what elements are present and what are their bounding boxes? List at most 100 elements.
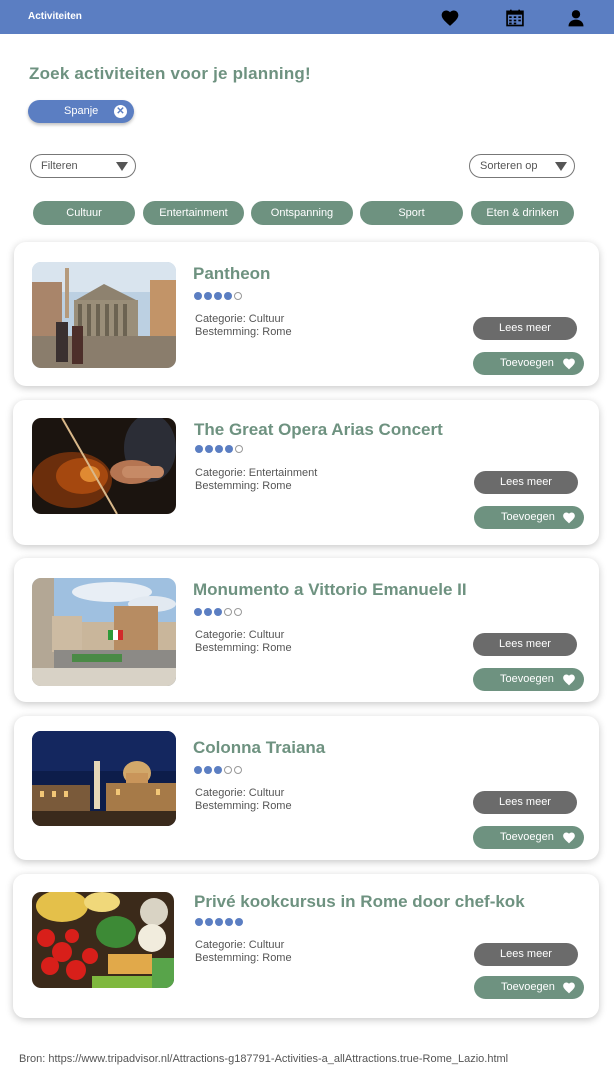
add-button[interactable]: Toevoegen	[474, 506, 584, 529]
activity-title[interactable]: The Great Opera Arias Concert	[194, 420, 443, 440]
heart-icon	[563, 358, 575, 370]
activity-category: Categorie: Entertainment	[195, 467, 318, 479]
rating-dots	[194, 608, 254, 618]
top-bar: Activiteiten	[0, 0, 614, 34]
activity-meta: Categorie: Cultuur Bestemming: Rome	[195, 787, 292, 813]
rating-dot-empty	[234, 608, 242, 616]
read-more-button[interactable]: Lees meer	[474, 943, 578, 966]
vegetables-photo	[32, 892, 174, 988]
category-sport[interactable]: Sport	[360, 201, 463, 225]
activity-card: Colonna Traiana Categorie: Cultuur Beste…	[14, 716, 599, 860]
rating-dots	[194, 292, 254, 302]
monument-photo	[32, 578, 176, 686]
add-button-label: Toevoegen	[501, 981, 555, 993]
activity-meta: Categorie: Entertainment Bestemming: Rom…	[195, 467, 317, 493]
close-circle-icon[interactable]: ✕	[114, 105, 127, 118]
heart-icon	[563, 832, 575, 844]
heart-icon[interactable]	[440, 8, 460, 28]
filter-dropdown[interactable]: Filteren	[30, 154, 136, 178]
rating-dot	[224, 292, 232, 300]
category-cultuur[interactable]: Cultuur	[33, 201, 135, 225]
rating-dot	[205, 445, 213, 453]
rating-dot	[195, 445, 203, 453]
rating-dot-empty	[235, 445, 243, 453]
heart-icon	[563, 982, 575, 994]
add-button[interactable]: Toevoegen	[473, 668, 584, 691]
heart-icon	[563, 512, 575, 524]
filter-chip-spanje[interactable]: Spanje ✕	[28, 100, 134, 123]
rating-dot	[195, 918, 203, 926]
app-title: Activiteiten	[28, 11, 82, 22]
rating-dot	[215, 445, 223, 453]
rating-dot	[225, 918, 233, 926]
column-night-photo	[32, 731, 176, 826]
activity-card: Privé kookcursus in Rome door chef-kok C…	[13, 874, 599, 1018]
add-button-label: Toevoegen	[501, 511, 555, 523]
add-button-label: Toevoegen	[500, 831, 554, 843]
category-entertainment[interactable]: Entertainment	[143, 201, 244, 225]
sort-dropdown[interactable]: Sorteren op	[469, 154, 575, 178]
user-icon[interactable]	[566, 8, 586, 28]
activity-title[interactable]: Privé kookcursus in Rome door chef-kok	[194, 892, 525, 912]
triangle-down-icon	[555, 162, 567, 171]
rating-dot	[194, 608, 202, 616]
rating-dot-empty	[224, 608, 232, 616]
category-eten-drinken[interactable]: Eten & drinken	[471, 201, 574, 225]
activity-card: Monumento a Vittorio Emanuele II Categor…	[14, 558, 599, 702]
add-button[interactable]: Toevoegen	[474, 976, 584, 999]
read-more-button[interactable]: Lees meer	[474, 471, 578, 494]
add-button-label: Toevoegen	[500, 673, 554, 685]
activity-meta: Categorie: Cultuur Bestemming: Rome	[195, 313, 292, 339]
rating-dots	[195, 918, 255, 928]
read-more-button[interactable]: Lees meer	[473, 317, 577, 340]
rating-dot	[204, 292, 212, 300]
rating-dot	[215, 918, 223, 926]
rating-dot-empty	[224, 766, 232, 774]
rating-dot	[205, 918, 213, 926]
source-note: Bron: https://www.tripadvisor.nl/Attract…	[19, 1053, 509, 1065]
activity-meta: Categorie: Cultuur Bestemming: Rome	[195, 629, 292, 655]
add-button-label: Toevoegen	[500, 357, 554, 369]
add-button[interactable]: Toevoegen	[473, 826, 584, 849]
activity-destination: Bestemming: Rome	[195, 800, 292, 812]
activity-destination: Bestemming: Rome	[195, 326, 292, 338]
rating-dot-empty	[234, 766, 242, 774]
activity-destination: Bestemming: Rome	[195, 480, 292, 492]
violin-photo	[32, 418, 176, 514]
calendar-icon[interactable]	[505, 8, 525, 28]
sort-dropdown-label: Sorteren op	[480, 160, 538, 172]
heart-icon	[563, 674, 575, 686]
rating-dot	[214, 292, 222, 300]
add-button[interactable]: Toevoegen	[473, 352, 584, 375]
rating-dot	[235, 918, 243, 926]
activity-destination: Bestemming: Rome	[195, 642, 292, 654]
rating-dots	[194, 766, 254, 776]
category-ontspanning[interactable]: Ontspanning	[251, 201, 353, 225]
activity-destination: Bestemming: Rome	[195, 952, 292, 964]
activity-meta: Categorie: Cultuur Bestemming: Rome	[195, 939, 292, 965]
rating-dot-empty	[234, 292, 242, 300]
rating-dot	[214, 608, 222, 616]
activity-title[interactable]: Colonna Traiana	[193, 738, 325, 758]
activity-title[interactable]: Monumento a Vittorio Emanuele II	[193, 580, 467, 600]
activity-category: Categorie: Cultuur	[195, 313, 285, 325]
activity-card: The Great Opera Arias Concert Categorie:…	[13, 400, 599, 545]
activity-category: Categorie: Cultuur	[195, 787, 285, 799]
activity-title[interactable]: Pantheon	[193, 264, 270, 284]
rating-dot	[225, 445, 233, 453]
activity-category: Categorie: Cultuur	[195, 629, 285, 641]
rating-dot	[194, 292, 202, 300]
read-more-button[interactable]: Lees meer	[473, 791, 577, 814]
rating-dot	[204, 766, 212, 774]
triangle-down-icon	[116, 162, 128, 171]
read-more-button[interactable]: Lees meer	[473, 633, 577, 656]
rating-dot	[204, 608, 212, 616]
page-title: Zoek activiteiten voor je planning!	[29, 64, 311, 83]
activity-category: Categorie: Cultuur	[195, 939, 285, 951]
rating-dots	[195, 445, 255, 455]
pantheon-photo	[32, 262, 176, 368]
activity-card: Pantheon Categorie: Cultuur Bestemming: …	[14, 242, 599, 386]
filter-chip-label: Spanje	[64, 105, 99, 117]
rating-dot	[214, 766, 222, 774]
rating-dot	[194, 766, 202, 774]
